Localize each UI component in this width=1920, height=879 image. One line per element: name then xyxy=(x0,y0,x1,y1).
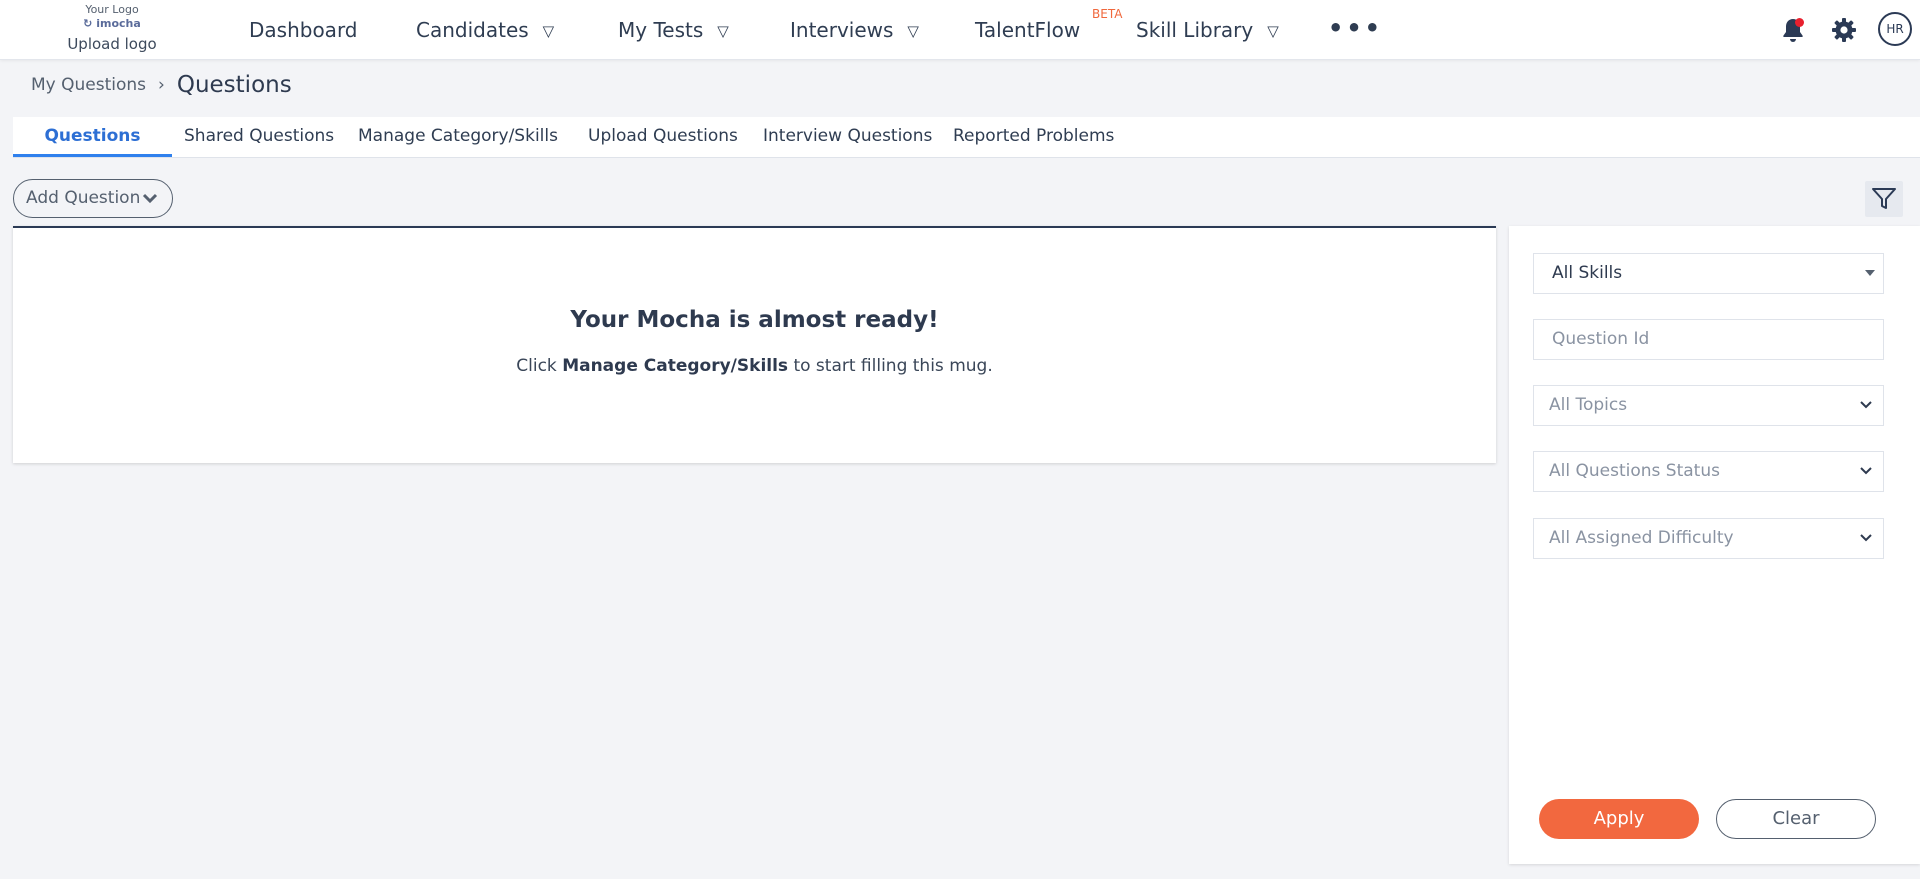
settings-gear-icon[interactable] xyxy=(1830,16,1858,44)
nav-interviews[interactable]: Interviews ▽ xyxy=(790,17,919,45)
chevron-down-icon: ▽ xyxy=(717,22,729,40)
nav-dashboard[interactable]: Dashboard xyxy=(249,17,358,43)
nav-skill-library-label: Skill Library xyxy=(1136,18,1254,42)
nav-my-tests-label: My Tests xyxy=(618,18,704,42)
tab-interview-questions[interactable]: Interview Questions xyxy=(763,117,932,157)
filter-icon xyxy=(1872,188,1896,209)
tab-manage-category-skills[interactable]: Manage Category/Skills xyxy=(358,117,558,157)
caret-down-icon xyxy=(1865,270,1875,276)
empty-state-prefix: Click xyxy=(516,356,557,376)
chevron-down-icon: ▽ xyxy=(1267,22,1279,40)
breadcrumb: My Questions › Questions xyxy=(31,70,292,100)
gear-icon xyxy=(1832,18,1856,42)
chevron-down-icon: ▽ xyxy=(907,22,919,40)
skills-select[interactable]: All Skills xyxy=(1533,253,1884,294)
add-question-label: Add Question xyxy=(26,188,141,208)
nav-interviews-label: Interviews xyxy=(790,18,894,42)
nav-skill-library[interactable]: Skill Library ▽ xyxy=(1136,17,1279,45)
question-id-input[interactable] xyxy=(1552,329,1872,349)
nav-candidates[interactable]: Candidates ▽ xyxy=(416,17,554,45)
question-status-select-value: All Questions Status xyxy=(1549,461,1720,481)
empty-state-title: Your Mocha is almost ready! xyxy=(570,307,939,333)
skills-select-value: All Skills xyxy=(1552,263,1623,283)
manage-category-skills-link[interactable]: Manage Category/Skills xyxy=(562,356,788,376)
logo-placeholder-text: Your Logo xyxy=(85,3,139,16)
upload-logo-link[interactable]: Upload logo xyxy=(62,33,162,55)
imocha-brand-text: imocha xyxy=(96,17,141,30)
chevron-down-icon xyxy=(142,193,158,204)
tab-upload-questions[interactable]: Upload Questions xyxy=(588,117,738,157)
difficulty-select[interactable]: All Assigned Difficulty xyxy=(1533,518,1884,559)
topics-select[interactable]: All Topics xyxy=(1533,385,1884,426)
question-status-select[interactable]: All Questions Status xyxy=(1533,451,1884,492)
empty-state-message: Click Manage Category/Skills to start fi… xyxy=(13,356,1496,376)
imocha-logo: ↻ imocha xyxy=(62,17,162,31)
chevron-down-icon xyxy=(1860,467,1872,475)
question-id-field[interactable] xyxy=(1533,319,1884,360)
notification-bell-icon[interactable] xyxy=(1780,16,1806,44)
top-navbar: Your Logo ↻ imocha Upload logo Dashboard… xyxy=(0,0,1920,60)
tab-reported-problems[interactable]: Reported Problems xyxy=(953,117,1114,157)
nav-talentflow-label: TalentFlow xyxy=(975,18,1081,42)
questions-list-panel: Your Mocha is almost ready! Click Manage… xyxy=(13,226,1496,463)
difficulty-select-value: All Assigned Difficulty xyxy=(1549,528,1734,548)
imocha-logo-icon: ↻ xyxy=(83,17,93,30)
nav-dashboard-label: Dashboard xyxy=(249,18,358,42)
logo-area: Your Logo ↻ imocha Upload logo xyxy=(62,3,162,55)
question-tabs: Questions Shared Questions Manage Catego… xyxy=(13,117,1920,158)
more-menu-icon[interactable]: ••• xyxy=(1328,14,1383,42)
topics-select-value: All Topics xyxy=(1549,395,1628,415)
breadcrumb-separator: › xyxy=(158,75,165,95)
chevron-down-icon xyxy=(1860,401,1872,409)
tab-shared-questions[interactable]: Shared Questions xyxy=(184,117,334,157)
filter-toggle-button[interactable] xyxy=(1865,181,1903,217)
chevron-down-icon xyxy=(1860,534,1872,542)
apply-button[interactable]: Apply xyxy=(1539,799,1699,839)
tab-questions[interactable]: Questions xyxy=(13,117,172,157)
nav-candidates-label: Candidates xyxy=(416,18,529,42)
beta-badge: BETA xyxy=(1092,7,1123,21)
filter-panel: All Skills All Topics All Questions Stat… xyxy=(1509,226,1920,864)
nav-talentflow[interactable]: TalentFlow xyxy=(975,17,1080,43)
nav-my-tests[interactable]: My Tests ▽ xyxy=(618,17,729,45)
user-avatar[interactable]: HR xyxy=(1878,12,1912,46)
notification-dot xyxy=(1795,18,1804,27)
add-question-button[interactable]: Add Question xyxy=(13,179,173,218)
empty-state-suffix: to start filling this mug. xyxy=(793,356,993,376)
page-title: Questions xyxy=(176,72,292,98)
breadcrumb-my-questions[interactable]: My Questions xyxy=(31,75,146,95)
chevron-down-icon: ▽ xyxy=(542,22,555,40)
clear-button[interactable]: Clear xyxy=(1716,799,1876,839)
